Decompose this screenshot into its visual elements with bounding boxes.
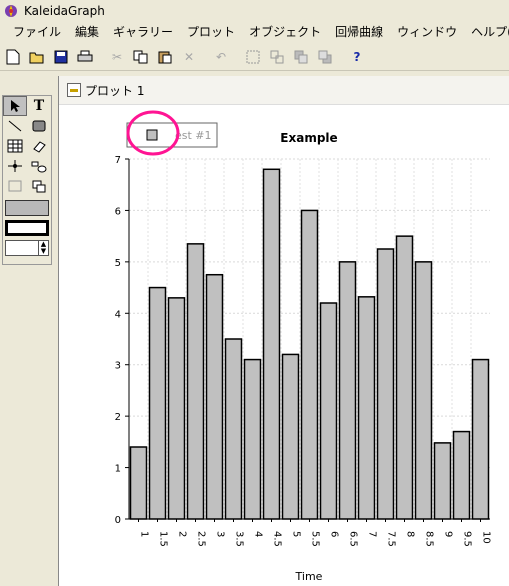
x-tick-label: 5.5 [310,531,321,547]
x-tick-label: 10 [481,531,492,544]
x-tick-label: 6 [329,531,340,537]
bar [376,248,395,520]
bar [357,296,376,520]
menu-object[interactable]: オブジェクト [242,23,328,40]
menu-bar: ファイル 編集 ギャラリー プロット オブジェクト 回帰曲線 ウィンドウ ヘルプ… [0,21,509,41]
open-icon[interactable] [26,46,48,68]
selection-arrow-icon[interactable] [3,96,27,116]
menu-plot[interactable]: プロット [180,23,242,40]
group-icon[interactable] [242,46,264,68]
x-tick-label: 3.5 [234,531,245,547]
menu-file[interactable]: ファイル [6,23,68,40]
y-tick-label: 1 [115,464,121,475]
x-tick-label: 2 [177,531,188,537]
table-tool-icon[interactable] [3,136,27,156]
main-toolbar: ✂ ✕ ↶ ? [0,43,509,71]
layer-tool-icon[interactable] [27,176,51,196]
plot-window-title: プロット 1 [85,83,145,98]
plot-document-icon [67,83,81,97]
bring-front-icon[interactable] [290,46,312,68]
bar [414,261,433,520]
bar [186,243,205,520]
legend-swatch [146,129,158,141]
bar [243,358,262,520]
bar [452,430,471,520]
cut-icon[interactable]: ✂ [106,46,128,68]
menu-gallery[interactable]: ギャラリー [106,23,180,40]
x-tick-label: 8.5 [424,531,435,547]
bar [319,302,338,520]
plot-window: プロット 1 0 1 2 3 4 5 6 7 1 1.5 2 2.5 3 3.5 4 4.5 5 5.5 6 6.5 7… [58,76,509,586]
bar [338,261,357,520]
bar [300,209,319,520]
line-tool-icon[interactable] [3,116,27,136]
x-tick-label: 4.5 [272,531,283,547]
text-tool-icon[interactable]: T [27,96,51,116]
x-tick-label: 1 [139,531,150,537]
bar [395,235,414,520]
tool-palette: T ▲ ▼ [2,95,52,265]
x-axis-label: Time [295,570,323,583]
app-titlebar: KaleidaGraph [0,0,509,21]
bar [281,353,300,520]
bar [262,168,281,520]
x-tick-label: 8 [405,531,416,537]
save-icon[interactable] [50,46,72,68]
x-tick-label: 5 [291,531,302,537]
send-back-icon[interactable] [314,46,336,68]
bar [167,297,186,520]
ungroup-icon[interactable] [266,46,288,68]
y-tick-label: 5 [115,258,121,269]
undo-icon[interactable]: ↶ [210,46,232,68]
bar [129,446,148,520]
y-tick-label: 0 [115,515,121,526]
stepper-arrows-icon[interactable]: ▲ ▼ [38,241,48,255]
kaleidagraph-logo-icon [4,4,18,18]
data-selector-icon[interactable] [27,156,51,176]
new-icon[interactable] [2,46,24,68]
help-icon[interactable]: ? [346,46,368,68]
bar [224,338,243,520]
menu-help[interactable]: ヘルプ(H) [464,23,509,40]
plot-window-titlebar: プロット 1 [59,76,509,105]
y-tick-label: 4 [115,309,121,320]
x-tick-label: 4 [253,531,264,537]
x-tick-label: 7.5 [386,531,397,547]
y-tick-label: 2 [115,412,121,423]
app-title: KaleidaGraph [24,3,105,18]
x-tick-label: 3 [215,531,226,537]
x-tick-label: 9 [443,531,454,537]
eraser-tool-icon[interactable] [27,136,51,156]
menu-regression[interactable]: 回帰曲線 [328,23,390,40]
bar [471,358,490,520]
bar [148,286,167,520]
x-tick-label: 2.5 [196,531,207,547]
paste-icon[interactable] [154,46,176,68]
zoom-tool-icon[interactable] [3,176,27,196]
x-tick-label: 9.5 [462,531,473,547]
line-width-stepper[interactable]: ▲ ▼ [5,240,49,256]
crosshair-tool-icon[interactable] [3,156,27,176]
x-tick-label: 6.5 [348,531,359,547]
menu-window[interactable]: ウィンドウ [390,23,464,40]
menu-edit[interactable]: 編集 [68,23,106,40]
x-tick-label: 1.5 [158,531,169,547]
delete-icon[interactable]: ✕ [178,46,200,68]
print-icon[interactable] [74,46,96,68]
bar-chart: 0 1 2 3 4 5 6 7 1 1.5 2 2.5 3 3.5 4 4.5 5 5.5 6 6.5 7 7.5 8 8.5… [115,110,492,583]
rectangle-tool-icon[interactable] [27,116,51,136]
y-tick-label: 3 [115,361,121,372]
x-tick-label: 7 [367,531,378,537]
bar [433,442,452,520]
chart-title: Example [280,131,337,145]
legend-label: est #1 [175,129,212,142]
fill-color-swatch[interactable] [5,200,49,216]
y-tick-label: 6 [115,206,121,217]
y-tick-label: 7 [115,155,121,166]
bar [205,273,224,520]
line-style-swatch[interactable] [5,220,49,236]
copy-icon[interactable] [130,46,152,68]
